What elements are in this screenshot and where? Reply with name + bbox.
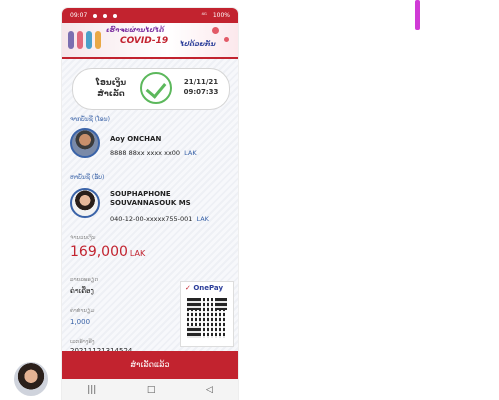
banner-line3: ໄປດ້ວຍກັນ (180, 40, 216, 48)
qr-code-card: ✓ OnePay (180, 281, 234, 347)
network-indicator: ⁴ᴳ (201, 12, 207, 19)
sender-section-label: ຈາກບັນຊີ (ໂອນ) (70, 116, 110, 123)
sender-name: Aoy ONCHAN (110, 135, 162, 143)
detail-value: ຄ່າເຄື່ອງ (70, 287, 94, 295)
amount-number: 169,000 (70, 244, 128, 260)
android-nav-bar: ||| □ ◁ (62, 379, 238, 400)
people-illustration (68, 31, 101, 49)
amount-value: 169,000 LAK (70, 244, 145, 260)
status-label: ໂອນເງິນ ສຳເລັດ (95, 78, 127, 98)
status-date: 21/11/21 (183, 78, 219, 86)
status-bar: 09:07 ⁴ᴳ 100% (62, 8, 238, 23)
fee-value: 1,000 (70, 318, 91, 326)
receiver-currency: LAK (196, 215, 209, 223)
detail-label: ລາຍລະອຽດ (70, 277, 99, 283)
success-check-icon (140, 72, 172, 104)
banner-line1: ເຮົາຈະຜ່ານໄປໄດ້ (106, 26, 165, 34)
fee-label: ຄ່າທຳນຽມ (70, 308, 95, 314)
receiver-section-label: ຫາບັນຊີ (ຮັບ) (70, 174, 105, 181)
sender-account: 8888 88xx xxxx xx00 LAK (110, 149, 197, 157)
receipt-content: ໂອນເງິນ ສຳເລັດ 21/11/21 09:07:33 ຈາກບັນຊ… (62, 59, 238, 355)
receiver-account-number: 040-12-00-xxxxx755-001 (110, 215, 193, 223)
recent-apps-button[interactable]: ||| (87, 385, 96, 395)
status-time: 09:07 (70, 12, 88, 19)
home-button[interactable]: □ (147, 385, 156, 395)
amount-label: ຈຳນວນເງິນ (70, 235, 96, 241)
sender-account-number: 8888 88xx xxxx xx00 (110, 149, 181, 157)
pink-annotation-mark (415, 0, 420, 30)
notification-icon-2 (103, 13, 108, 18)
qr-code (187, 298, 227, 338)
chat-user-avatar[interactable] (14, 362, 48, 396)
notification-icon-3 (113, 13, 118, 18)
done-button[interactable]: ສຳເລັດແລ້ວ (62, 351, 238, 379)
sender-avatar (70, 128, 100, 158)
virus-icon (224, 37, 229, 42)
receiver-name: SOUPHAPHONE SOUVANNASOUK MS (110, 190, 191, 208)
onepay-logo: ✓ OnePay (185, 284, 224, 292)
notification-icon (93, 13, 98, 18)
banner-line2: COVID-19 (120, 36, 169, 46)
receiver-name-line2: SOUVANNASOUK MS (110, 199, 191, 207)
amount-currency: LAK (129, 249, 146, 258)
phone-screen: 09:07 ⁴ᴳ 100% ເຮົາຈະຜ່ານໄປໄດ້ COVID-19 ໄ… (62, 8, 238, 400)
receiver-avatar (70, 188, 100, 218)
status-card: ໂອນເງິນ ສຳເລັດ 21/11/21 09:07:33 (72, 68, 230, 110)
virus-icon (212, 27, 219, 34)
receiver-account: 040-12-00-xxxxx755-001 LAK (110, 215, 209, 223)
sender-currency: LAK (184, 149, 197, 157)
covid-banner: ເຮົາຈະຜ່ານໄປໄດ້ COVID-19 ໄປດ້ວຍກັນ (62, 23, 238, 59)
battery-indicator: 100% (212, 12, 230, 19)
reference-label: ເລກອ້າງອີງ (70, 339, 95, 345)
status-time-value: 09:07:33 (183, 88, 219, 96)
back-button[interactable]: ◁ (206, 385, 213, 395)
receiver-name-line1: SOUPHAPHONE (110, 190, 171, 198)
status-datetime: 21/11/21 09:07:33 (177, 77, 225, 97)
